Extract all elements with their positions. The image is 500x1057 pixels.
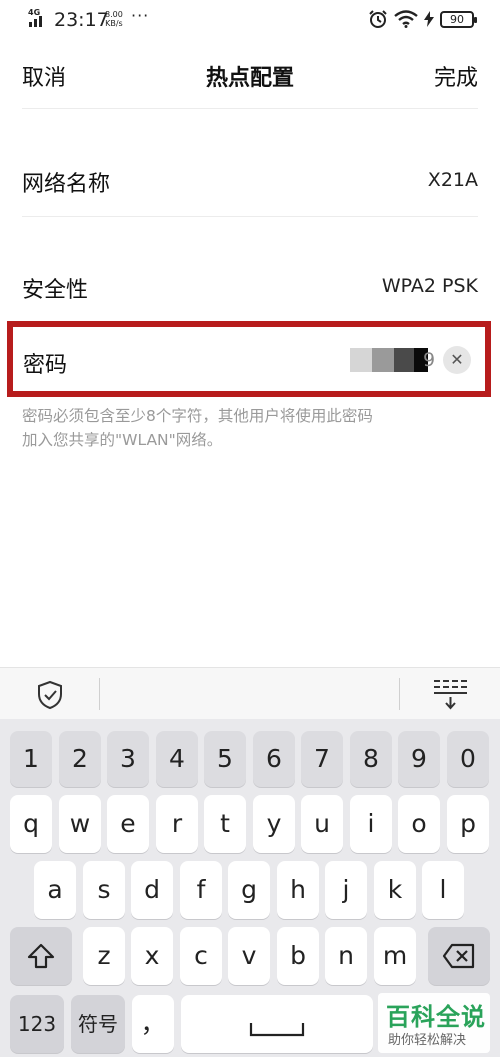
wifi-icon — [394, 10, 418, 28]
status-bar: 4G 23:17 8.00 KB/s ··· 90 — [0, 0, 500, 40]
signal-icon — [29, 16, 42, 27]
key-0[interactable]: 0 — [447, 731, 489, 787]
key-d[interactable]: d — [131, 861, 173, 919]
keyboard-toolbar — [0, 667, 500, 719]
space-bar-icon — [249, 1023, 305, 1037]
network-speed: 8.00 KB/s — [105, 10, 123, 28]
key-4[interactable]: 4 — [156, 731, 198, 787]
password-input[interactable] — [350, 348, 430, 372]
key-o[interactable]: o — [398, 795, 440, 853]
key-f[interactable]: f — [180, 861, 222, 919]
page-title: 热点配置 — [205, 66, 294, 91]
security-row[interactable]: 安全性 WPA2 PSK — [22, 256, 478, 320]
shift-arrow-icon — [27, 943, 55, 969]
charging-icon — [424, 11, 434, 27]
key-r[interactable]: r — [156, 795, 198, 853]
key-3[interactable]: 3 — [107, 731, 149, 787]
network-name-label: 网络名称 — [22, 172, 111, 197]
key-5[interactable]: 5 — [204, 731, 246, 787]
secure-keyboard-shield-icon[interactable] — [36, 680, 64, 710]
nav-bar: 取消 热点配置 完成 — [0, 48, 500, 104]
key-a[interactable]: a — [34, 861, 76, 919]
key-7[interactable]: 7 — [301, 731, 343, 787]
key-t[interactable]: t — [204, 795, 246, 853]
symbols-mode-key[interactable]: 符号 — [71, 995, 125, 1053]
password-row[interactable]: 密码 9 ✕ — [7, 321, 491, 397]
key-8[interactable]: 8 — [350, 731, 392, 787]
space-key[interactable] — [181, 995, 373, 1053]
backspace-key[interactable] — [428, 927, 490, 985]
password-visible-char: 9 — [423, 349, 436, 371]
speed-value: 8.00 — [105, 10, 123, 19]
hide-keyboard-icon[interactable] — [432, 678, 470, 710]
key-v[interactable]: v — [228, 927, 270, 985]
watermark-logo: 百科全说 助你轻松解决 — [378, 993, 490, 1053]
key-9[interactable]: 9 — [398, 731, 440, 787]
status-icons: 90 — [368, 9, 477, 29]
password-hint: 密码必须包含至少8个字符，其他用户将使用此密码 加入您共享的"WLAN"网络。 — [22, 404, 482, 452]
battery-icon: 90 — [440, 10, 477, 28]
security-label: 安全性 — [22, 278, 89, 303]
key-p[interactable]: p — [447, 795, 489, 853]
hint-line-2: 加入您共享的"WLAN"网络。 — [22, 431, 223, 449]
key-j[interactable]: j — [325, 861, 367, 919]
watermark-subtitle: 助你轻松解决 — [388, 1033, 467, 1048]
security-value: WPA2 PSK — [381, 275, 478, 297]
hint-line-1: 密码必须包含至少8个字符，其他用户将使用此密码 — [22, 407, 373, 425]
key-6[interactable]: 6 — [253, 731, 295, 787]
watermark-title: 百科全说 — [386, 1003, 486, 1031]
key-1[interactable]: 1 — [10, 731, 52, 787]
shift-key[interactable] — [10, 927, 72, 985]
key-i[interactable]: i — [350, 795, 392, 853]
key-b[interactable]: b — [277, 927, 319, 985]
key-x[interactable]: x — [131, 927, 173, 985]
password-label: 密码 — [23, 353, 68, 378]
key-s[interactable]: s — [83, 861, 125, 919]
key-z[interactable]: z — [83, 927, 125, 985]
network-name-row[interactable]: 网络名称 X21A — [22, 150, 478, 214]
numbers-mode-key[interactable]: 123 — [10, 995, 64, 1053]
more-notifications-icon: ··· — [131, 6, 150, 25]
key-n[interactable]: n — [325, 927, 367, 985]
alarm-icon — [369, 10, 387, 28]
divider — [22, 216, 478, 217]
key-y[interactable]: y — [253, 795, 295, 853]
key-e[interactable]: e — [107, 795, 149, 853]
comma-key[interactable]: ， — [132, 995, 174, 1053]
key-m[interactable]: m — [374, 927, 416, 985]
toolbar-separator — [99, 678, 100, 710]
done-button[interactable]: 完成 — [434, 60, 478, 92]
key-h[interactable]: h — [277, 861, 319, 919]
key-c[interactable]: c — [180, 927, 222, 985]
speed-unit: KB/s — [105, 19, 123, 28]
key-l[interactable]: l — [422, 861, 464, 919]
toolbar-separator — [399, 678, 400, 710]
key-u[interactable]: u — [301, 795, 343, 853]
key-k[interactable]: k — [374, 861, 416, 919]
clear-password-icon[interactable]: ✕ — [443, 346, 471, 374]
key-g[interactable]: g — [228, 861, 270, 919]
key-q[interactable]: q — [10, 795, 52, 853]
key-2[interactable]: 2 — [59, 731, 101, 787]
nav-divider — [22, 108, 478, 109]
backspace-icon — [442, 943, 475, 969]
key-w[interactable]: w — [59, 795, 101, 853]
network-name-value: X21A — [427, 169, 478, 191]
clock: 23:17 — [54, 9, 109, 31]
